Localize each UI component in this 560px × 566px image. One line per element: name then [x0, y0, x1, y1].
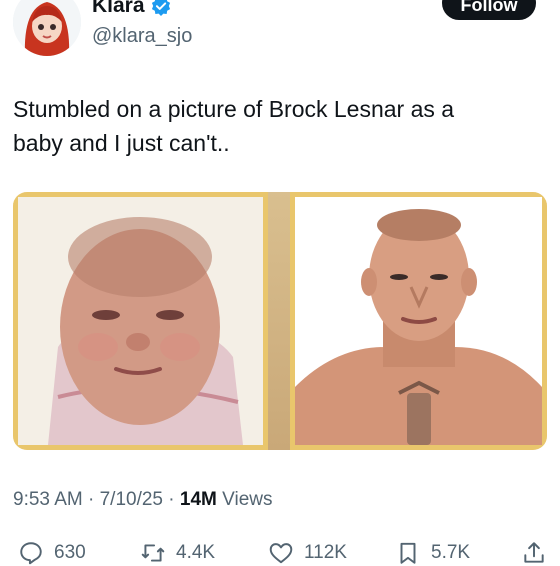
tweet-text: Stumbled on a picture of Brock Lesnar as…	[13, 96, 455, 156]
share-button[interactable]	[521, 540, 547, 566]
tweet-meta: 9:53 AM · 7/10/25 · 14M Views	[13, 488, 273, 512]
baby-photo[interactable]	[13, 192, 268, 450]
display-name[interactable]: Klara	[92, 0, 145, 18]
tweet-media[interactable]	[13, 192, 547, 450]
bookmark-button[interactable]: 5.7K	[395, 540, 470, 566]
tweet-date[interactable]: 7/10/25	[100, 489, 163, 510]
retweet-count: 4.4K	[176, 542, 216, 563]
like-button[interactable]: 112K	[268, 540, 347, 566]
author-name-row[interactable]: Klara	[92, 0, 171, 18]
adult-photo[interactable]	[290, 192, 547, 450]
views-count: 14M	[179, 489, 217, 510]
media-divider	[268, 192, 290, 450]
meta-separator: ·	[88, 489, 95, 510]
bookmark-count: 5.7K	[431, 542, 471, 563]
heart-icon	[269, 543, 293, 564]
verified-badge-icon	[151, 0, 170, 16]
share-icon	[524, 542, 544, 563]
reply-button[interactable]: 630	[18, 540, 86, 566]
views-label: Views	[222, 489, 273, 510]
retweet-button[interactable]: 4.4K	[140, 540, 215, 566]
like-count: 112K	[304, 542, 347, 563]
retweet-icon	[141, 544, 165, 562]
avatar[interactable]	[13, 0, 81, 56]
follow-button[interactable]: Follow	[442, 0, 536, 20]
bookmark-icon	[400, 542, 416, 564]
author-handle[interactable]: @klara_sjo	[92, 24, 192, 48]
reply-count: 630	[54, 542, 86, 563]
tweet-time[interactable]: 9:53 AM	[13, 489, 83, 510]
meta-separator: ·	[168, 489, 175, 510]
reply-icon	[20, 542, 42, 565]
